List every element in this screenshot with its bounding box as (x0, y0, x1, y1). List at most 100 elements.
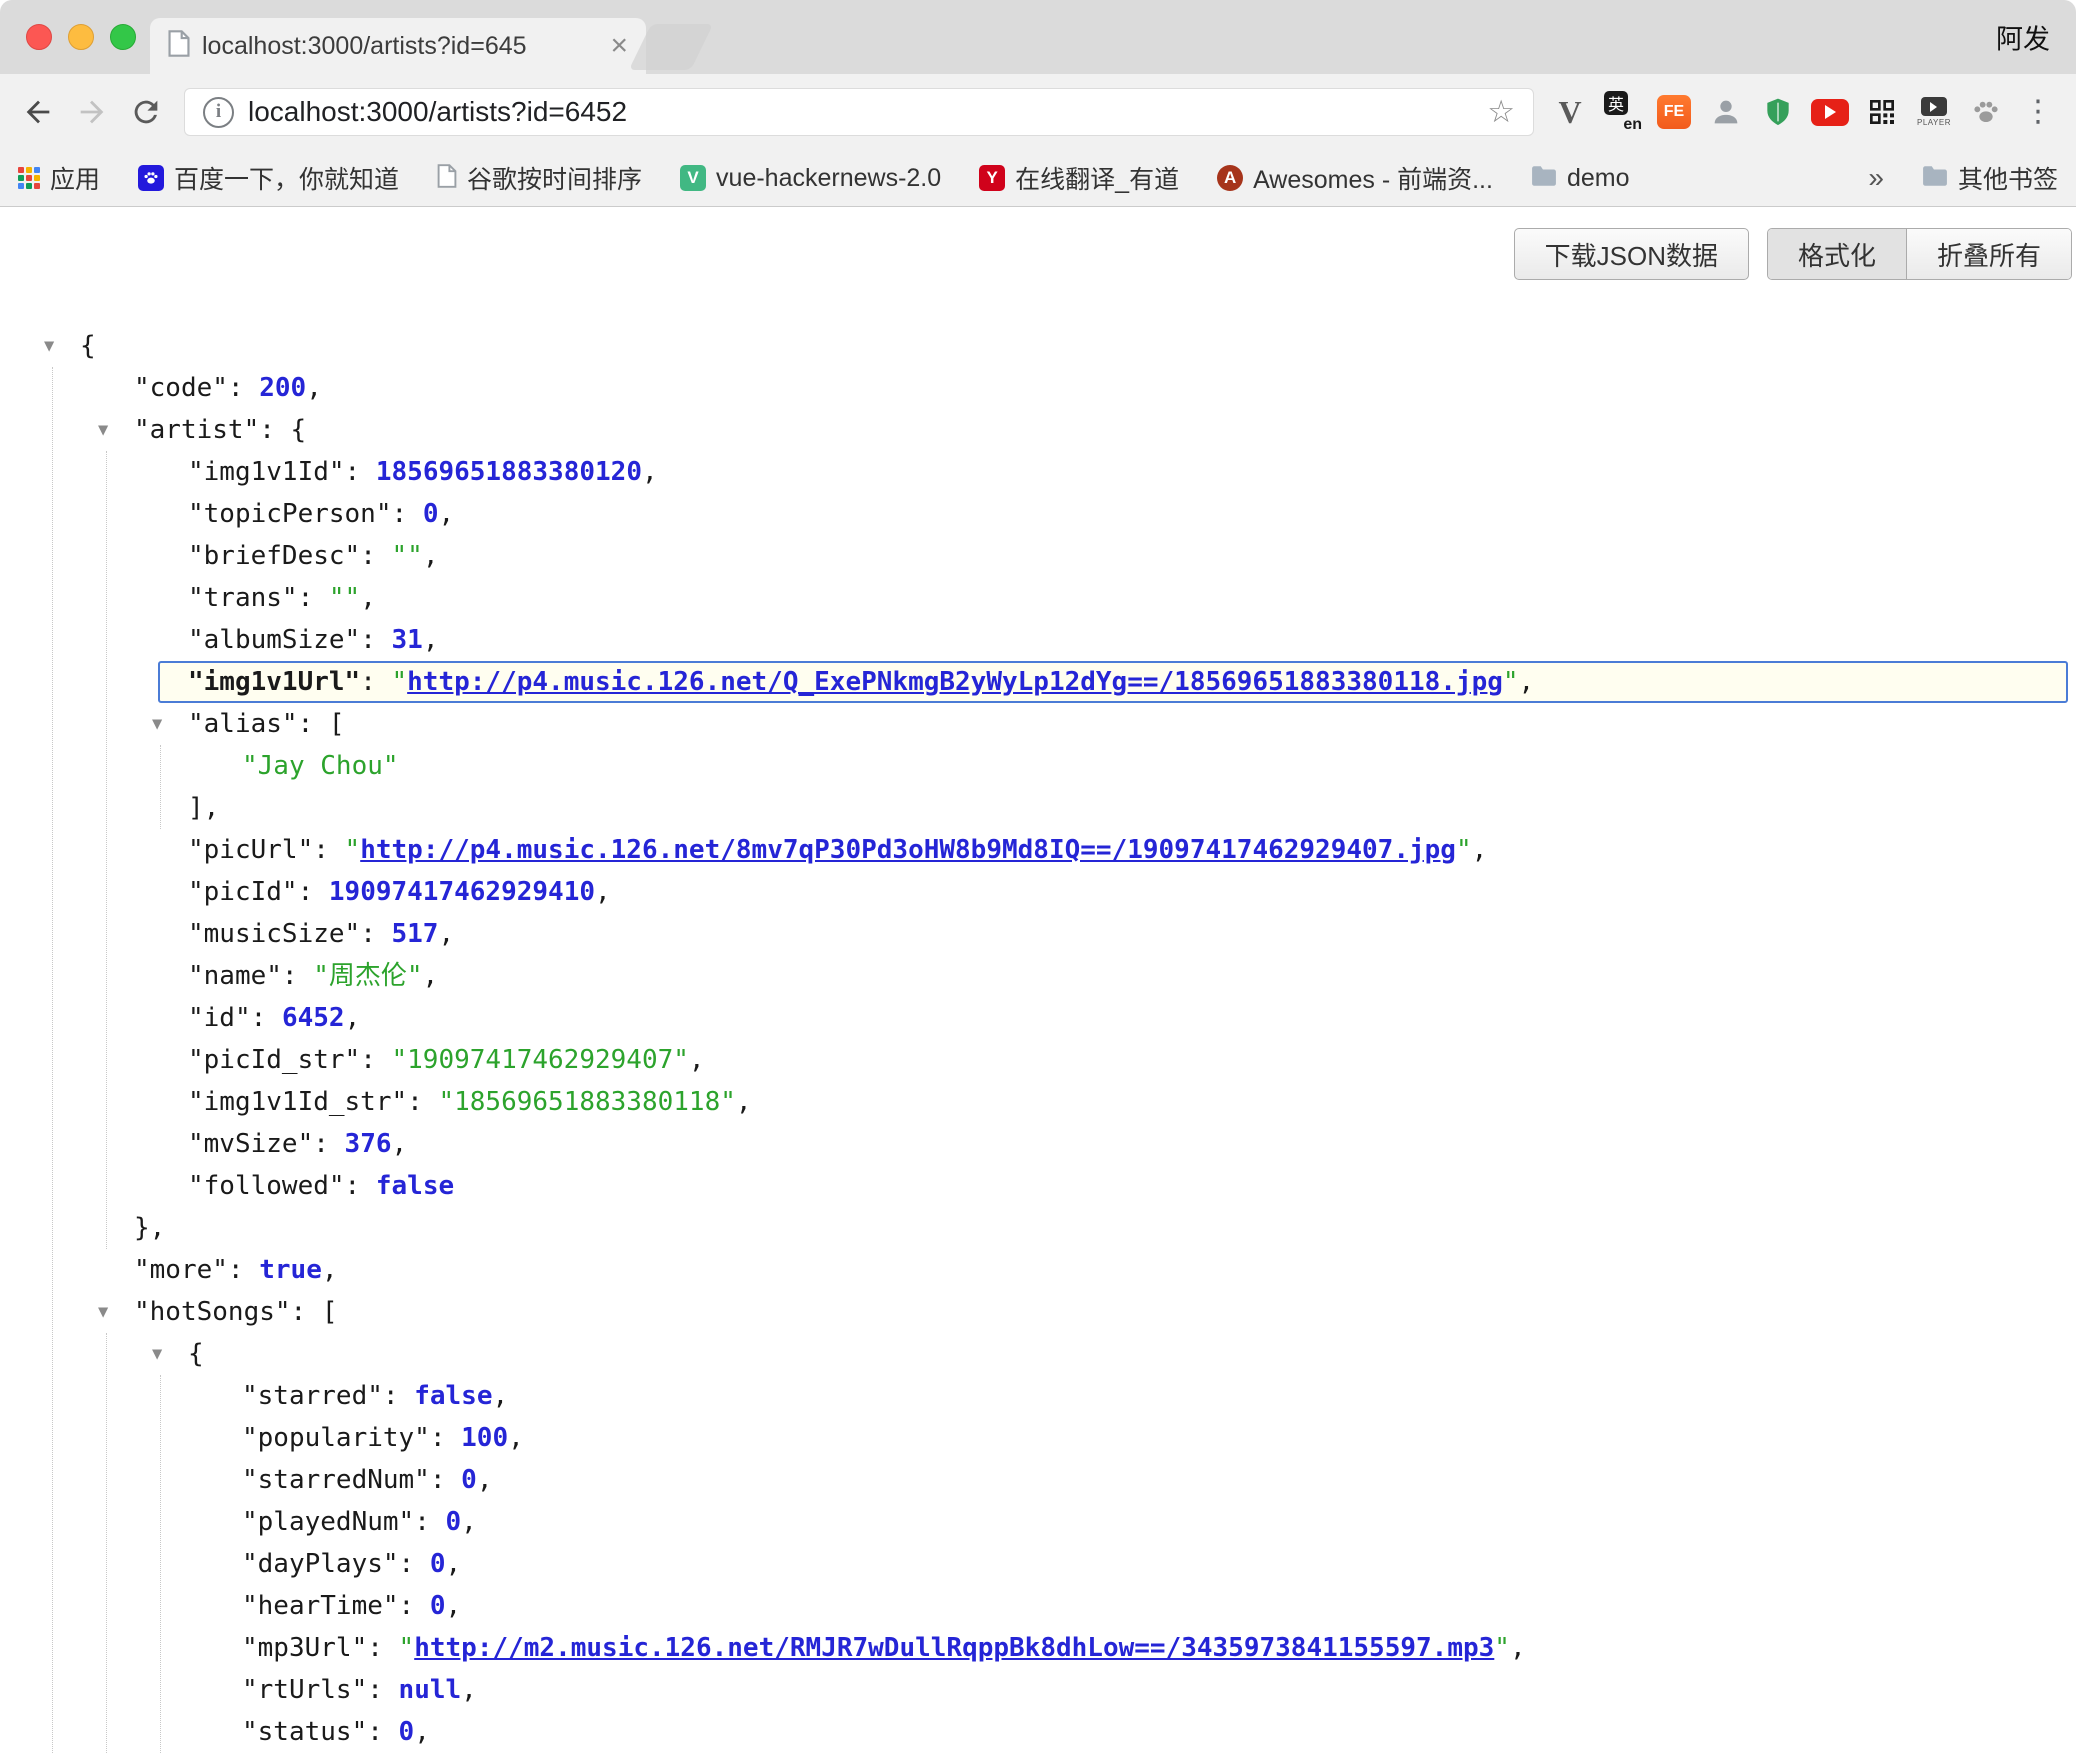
browser-tab[interactable]: localhost:3000/artists?id=645 × (150, 18, 646, 74)
browser-menu-icon[interactable]: ⋮ (2016, 88, 2060, 136)
player-extension-icon[interactable]: PLAYER (1912, 88, 1956, 136)
info-icon[interactable]: i (203, 97, 234, 128)
json-token: , (461, 1507, 477, 1537)
json-line: "popularity": 100, (0, 1417, 2076, 1459)
baidu-icon (138, 165, 164, 191)
forward-button[interactable] (70, 90, 114, 134)
profile-name[interactable]: 阿发 (1996, 18, 2050, 57)
address-bar[interactable]: i localhost:3000/artists?id=6452 ☆ (184, 88, 1534, 136)
json-token: "alias" (188, 709, 298, 739)
json-line: "rtUrls": null, (0, 1669, 2076, 1711)
json-token: " (1494, 1633, 1510, 1663)
format-button[interactable]: 格式化 (1768, 229, 1906, 279)
json-token: : (383, 1381, 414, 1411)
json-token: , (492, 1381, 508, 1411)
collapse-toggle-icon[interactable]: ▼ (152, 1333, 162, 1375)
json-token: "picId_str" (188, 1045, 360, 1075)
window-controls (26, 24, 136, 50)
close-window-button[interactable] (26, 24, 52, 50)
json-line: "img1v1Id": 18569651883380120, (0, 451, 2076, 493)
youtube-extension-icon[interactable] (1808, 88, 1852, 136)
collapse-toggle-icon[interactable]: ▼ (98, 1291, 108, 1333)
tab-bar: localhost:3000/artists?id=645 × 阿发 (0, 0, 2076, 74)
bookmark-youdao-translate[interactable]: Y 在线翻译_有道 (979, 160, 1179, 196)
json-line: ▼"hotSongs": [ (0, 1291, 2076, 1333)
json-token: , (446, 1591, 462, 1621)
bookmark-google-sort[interactable]: 谷歌按时间排序 (437, 160, 642, 196)
json-token: : [ (298, 709, 345, 739)
json-token: { (80, 331, 96, 361)
collapse-toggle-icon[interactable]: ▼ (98, 409, 108, 451)
awesomes-icon: A (1217, 165, 1243, 191)
json-token: : (345, 457, 376, 487)
json-line-highlighted: "img1v1Url": "http://p4.music.126.net/Q_… (158, 661, 2068, 703)
json-line: "mp3Url": "http://m2.music.126.net/RMJR7… (0, 1627, 2076, 1669)
json-line: "picUrl": "http://p4.music.126.net/8mv7q… (0, 829, 2076, 871)
json-token: "19097417462929407" (392, 1045, 689, 1075)
vimium-extension-icon[interactable]: V (1548, 88, 1592, 136)
close-tab-icon[interactable]: × (610, 31, 628, 61)
json-url-link[interactable]: http://m2.music.126.net/RMJR7wDullRqppBk… (414, 1633, 1494, 1663)
profile-person-icon[interactable] (1704, 88, 1748, 136)
bookmark-demo-folder[interactable]: demo (1531, 164, 1630, 193)
bookmark-baidu[interactable]: 百度一下，你就知道 (138, 160, 399, 196)
minimize-window-button[interactable] (68, 24, 94, 50)
json-token: : (360, 1045, 391, 1075)
back-button[interactable] (16, 90, 60, 134)
json-token: : (298, 583, 329, 613)
zoom-window-button[interactable] (110, 24, 136, 50)
json-token: "status" (242, 1717, 367, 1747)
bookmark-awesomes[interactable]: A Awesomes - 前端资... (1217, 160, 1493, 196)
json-token: : (430, 1465, 461, 1495)
bookmark-apps[interactable]: 应用 (18, 160, 100, 196)
json-line: "hearTime": 0, (0, 1585, 2076, 1627)
json-line: "img1v1Id_str": "18569651883380118", (0, 1081, 2076, 1123)
json-line: "followed": false (0, 1165, 2076, 1207)
json-url-link[interactable]: http://p4.music.126.net/Q_ExePNkmgB2yWyL… (407, 667, 1503, 697)
json-line: "name": "周杰伦", (0, 955, 2076, 997)
adblock-shield-icon[interactable] (1756, 88, 1800, 136)
collapse-toggle-icon[interactable]: ▼ (44, 325, 54, 367)
json-token: , (508, 1423, 524, 1453)
json-line: "id": 6452, (0, 997, 2076, 1039)
json-token: , (1510, 1633, 1526, 1663)
download-json-button[interactable]: 下载JSON数据 (1514, 228, 1749, 280)
json-token: , (423, 541, 439, 571)
json-token: : { (259, 415, 306, 445)
json-line: ▼ "alias": [ (0, 703, 2076, 745)
url-text[interactable]: localhost:3000/artists?id=6452 (248, 96, 1475, 128)
other-bookmarks-folder[interactable]: 其他书签 (1922, 160, 2058, 196)
translate-extension-icon[interactable]: 英 en (1600, 88, 1644, 136)
json-token: 0 (430, 1549, 446, 1579)
json-token: , (345, 1003, 361, 1033)
json-token: "name" (188, 961, 282, 991)
json-token: "picUrl" (188, 835, 313, 865)
json-url-link[interactable]: http://p4.music.126.net/8mv7qP30Pd3oHW8b… (360, 835, 1456, 865)
json-token: "" (392, 541, 423, 571)
bookmarks-overflow-chevron[interactable]: » (1868, 162, 1884, 194)
json-token: : (228, 373, 259, 403)
json-token: false (414, 1381, 492, 1411)
json-token: : (313, 1129, 344, 1159)
paw-extension-icon[interactable] (1964, 88, 2008, 136)
qr-code-extension-icon[interactable] (1860, 88, 1904, 136)
json-token: , (595, 877, 611, 907)
json-token: , (477, 1465, 493, 1495)
json-token: " (399, 1633, 415, 1663)
json-token: , (461, 1675, 477, 1705)
json-line: "Jay Chou" (0, 745, 2076, 787)
json-token: : (360, 541, 391, 571)
collapse-all-button[interactable]: 折叠所有 (1906, 229, 2071, 279)
fehelper-extension-icon[interactable]: FE (1652, 88, 1696, 136)
format-collapse-segmented-control: 格式化 折叠所有 (1767, 228, 2072, 280)
bookmark-vue-hackernews[interactable]: V vue-hackernews-2.0 (680, 164, 941, 193)
json-token: "code" (134, 373, 228, 403)
bookmark-star-icon[interactable]: ☆ (1487, 94, 1515, 130)
collapse-toggle-icon[interactable]: ▼ (152, 703, 162, 745)
json-token: "playedNum" (242, 1507, 414, 1537)
json-token: : (251, 1003, 282, 1033)
reload-button[interactable] (124, 90, 168, 134)
json-line: "albumSize": 31, (0, 619, 2076, 661)
json-token: 517 (392, 919, 439, 949)
folder-icon (1922, 165, 1948, 192)
